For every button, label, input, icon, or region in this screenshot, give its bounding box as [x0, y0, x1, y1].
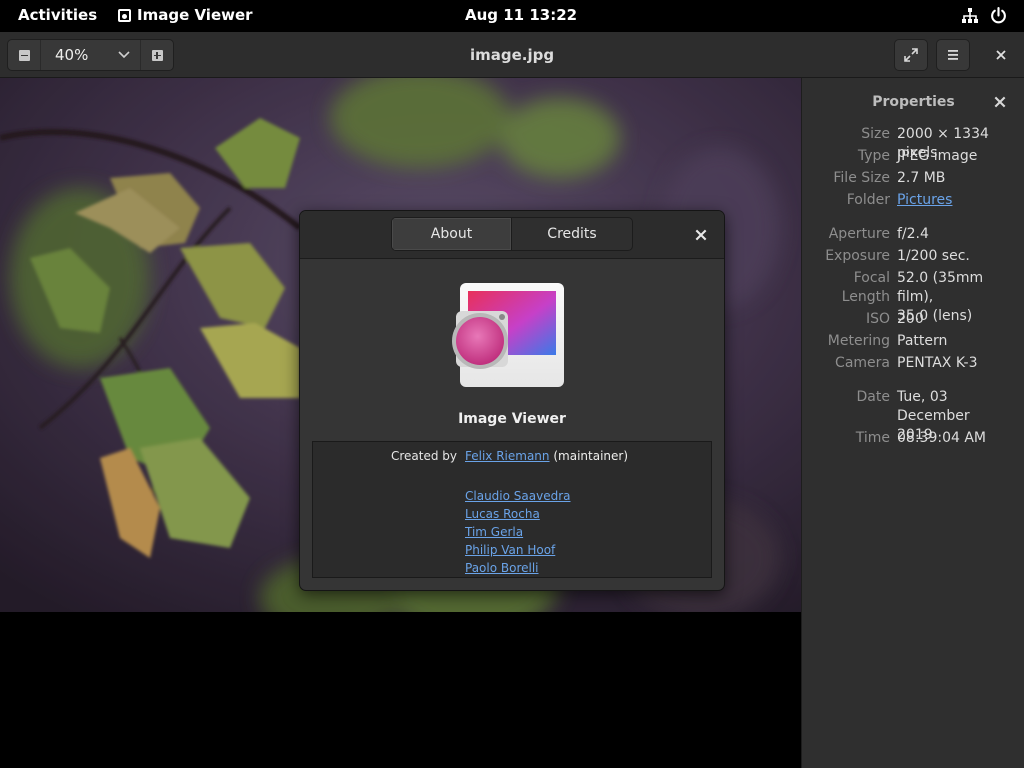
close-icon[interactable]: [993, 95, 1007, 109]
close-icon[interactable]: [694, 228, 708, 242]
properties-sidebar: Properties Size 2000 × 1334 pixels Type …: [801, 78, 1024, 768]
about-app-name: Image Viewer: [458, 411, 566, 427]
app-menu-label: Image Viewer: [137, 6, 253, 24]
activities-button[interactable]: Activities: [18, 6, 97, 24]
close-icon: [996, 50, 1006, 60]
property-value: JPEG image: [897, 148, 978, 164]
property-value: 08:39:04 AM: [897, 430, 986, 446]
gnome-top-bar: Activities Image Viewer Aug 11 13:22: [0, 0, 1024, 32]
app-menu-button[interactable]: Image Viewer: [118, 6, 253, 24]
about-dialog-header: About Credits: [300, 211, 724, 259]
property-value: 200: [897, 311, 924, 327]
about-tab-switcher: About Credits: [391, 217, 633, 251]
contributor-link[interactable]: Lucas Rocha: [465, 507, 540, 521]
power-icon[interactable]: [990, 7, 1007, 24]
property-value: f/2.4: [897, 226, 929, 242]
property-key: Folder: [846, 192, 890, 208]
property-key: Focal Length: [841, 270, 890, 305]
property-value: 2.7 MB: [897, 170, 946, 186]
network-icon[interactable]: [962, 8, 978, 24]
property-value: Pattern: [897, 333, 948, 349]
maintainer-line: Felix Riemann (maintainer): [465, 449, 628, 463]
contributor-link[interactable]: Philip Van Hoof: [465, 543, 555, 557]
contributor-link[interactable]: Paolo Borelli: [465, 561, 539, 575]
tab-about[interactable]: About: [392, 218, 512, 250]
property-key: Type: [857, 148, 890, 164]
property-key: Aperture: [828, 226, 890, 242]
property-key: Metering: [827, 333, 890, 349]
property-key: Date: [856, 389, 890, 405]
hamburger-menu-icon: [948, 50, 958, 60]
contributor-list: Claudio Saavedra Lucas Rocha Tim Gerla P…: [465, 487, 571, 577]
property-key: Exposure: [825, 248, 890, 264]
properties-title: Properties: [872, 94, 955, 110]
window-title: image.jpg: [469, 46, 555, 64]
property-key: Size: [861, 126, 890, 142]
tab-credits[interactable]: Credits: [512, 218, 632, 250]
about-dialog: About Credits Image Viewer Created by Fe…: [299, 210, 725, 591]
fullscreen-button[interactable]: [894, 39, 928, 71]
clock[interactable]: Aug 11 13:22: [465, 6, 577, 24]
image-viewer-logo-icon: [452, 283, 564, 387]
contributor-link[interactable]: Claudio Saavedra: [465, 489, 571, 503]
property-key: File Size: [833, 170, 890, 186]
window-close-button[interactable]: [984, 39, 1018, 71]
credits-box: Created by Felix Riemann (maintainer) Cl…: [312, 441, 712, 578]
folder-link[interactable]: Pictures: [897, 191, 1023, 210]
property-key: Time: [855, 430, 890, 446]
property-key: Camera: [835, 355, 890, 371]
window-header-bar: 40% image.jpg: [0, 32, 1024, 78]
maintainer-suffix: (maintainer): [549, 449, 629, 463]
fullscreen-icon: [904, 48, 918, 62]
maintainer-link[interactable]: Felix Riemann: [465, 449, 550, 463]
contributor-link[interactable]: Tim Gerla: [465, 525, 523, 539]
image-viewer-app-icon: [118, 8, 131, 22]
property-value: 1/200 sec.: [897, 248, 970, 264]
property-key: ISO: [865, 311, 890, 327]
created-by-label: Created by: [390, 449, 457, 463]
main-menu-button[interactable]: [936, 39, 970, 71]
property-value: PENTAX K-3: [897, 355, 978, 371]
